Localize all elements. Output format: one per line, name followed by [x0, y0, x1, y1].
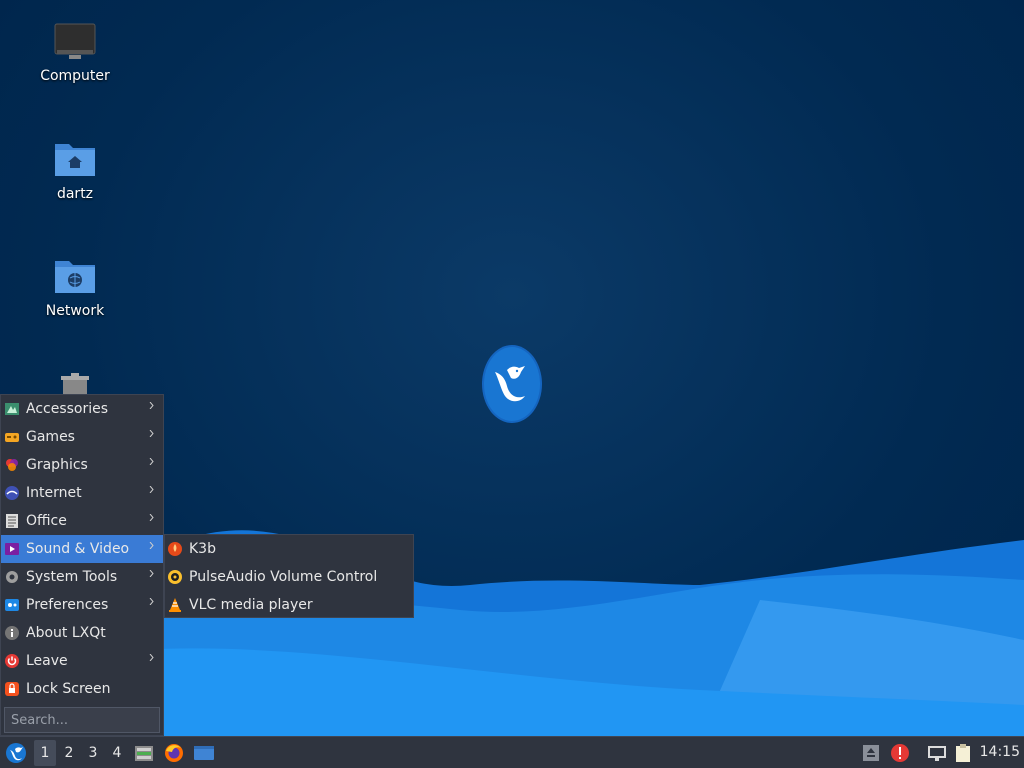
file-manager-launcher[interactable] — [133, 740, 155, 766]
menu-item-office[interactable]: Office — [1, 507, 163, 535]
taskbar: 1 2 3 4 14:15 — [0, 736, 1024, 768]
network-tray-button[interactable] — [926, 740, 948, 766]
desktop-icon-home[interactable]: dartz — [20, 138, 130, 202]
menu-item-label: Office — [26, 513, 67, 529]
chevron-right-icon — [149, 430, 154, 437]
system-tools-icon — [4, 569, 20, 585]
chevron-right-icon — [149, 486, 154, 493]
games-icon — [4, 429, 20, 445]
desktop: Computer dartz Network Accessories Games… — [0, 0, 1024, 736]
network-folder-icon — [55, 261, 95, 293]
submenu-item-vlc[interactable]: VLC media player — [165, 591, 413, 619]
workspace-label: 3 — [88, 745, 98, 761]
network-icon — [928, 746, 946, 761]
menu-item-label: Internet — [26, 485, 82, 501]
clipboard-tray-button[interactable] — [953, 740, 973, 766]
vlc-icon — [167, 597, 183, 613]
home-folder-icon — [55, 144, 95, 176]
menu-item-internet[interactable]: Internet — [1, 479, 163, 507]
menu-item-about-lxqt[interactable]: About LXQt — [1, 619, 163, 647]
chevron-right-icon — [149, 542, 154, 549]
chevron-right-icon — [149, 570, 154, 577]
lock-icon — [4, 681, 20, 697]
firefox-icon — [165, 744, 183, 762]
workspace-label: 4 — [112, 745, 122, 761]
chevron-right-icon — [149, 654, 154, 661]
menu-item-label: Lock Screen — [26, 681, 111, 697]
menu-item-label: Accessories — [26, 401, 109, 417]
lubuntu-bird-logo — [482, 345, 542, 423]
desktop-icon-computer[interactable]: Computer — [20, 22, 130, 84]
power-icon — [4, 653, 20, 669]
submenu-item-label: K3b — [189, 541, 216, 557]
chevron-right-icon — [149, 402, 154, 409]
chevron-right-icon — [149, 598, 154, 605]
workspace-1-button[interactable]: 1 — [34, 740, 56, 766]
sound-video-submenu: K3b PulseAudio Volume Control VLC media … — [164, 534, 414, 618]
menu-search-input[interactable] — [4, 707, 160, 733]
info-icon — [4, 625, 20, 641]
update-alert-icon — [891, 744, 909, 762]
submenu-item-label: VLC media player — [189, 597, 313, 613]
main-menu-button[interactable] — [4, 740, 28, 766]
clipboard-icon — [956, 744, 970, 762]
k3b-icon — [167, 541, 183, 557]
file-manager-icon — [135, 746, 153, 761]
firefox-launcher[interactable] — [163, 740, 185, 766]
desktop-icon-network[interactable]: Network — [20, 255, 130, 319]
menu-item-label: Sound & Video — [26, 541, 130, 557]
accessories-icon — [4, 401, 20, 417]
clock[interactable]: 14:15 — [980, 744, 1020, 760]
eject-tray-button[interactable] — [862, 740, 880, 766]
workspace-label: 1 — [40, 745, 50, 761]
update-alert-tray-button[interactable] — [890, 740, 910, 766]
menu-item-label: Preferences — [26, 597, 109, 613]
menu-item-label: System Tools — [26, 569, 118, 585]
menu-item-leave[interactable]: Leave — [1, 647, 163, 675]
workspace-3-button[interactable]: 3 — [82, 740, 104, 766]
menu-item-sound-video[interactable]: Sound & Video — [1, 535, 163, 563]
menu-item-system-tools[interactable]: System Tools — [1, 563, 163, 591]
show-desktop-button[interactable] — [192, 740, 216, 766]
trash-icon — [61, 373, 89, 396]
menu-item-accessories[interactable]: Accessories — [1, 395, 163, 423]
menu-item-lock-screen[interactable]: Lock Screen — [1, 675, 163, 703]
menu-item-label: Graphics — [26, 457, 88, 473]
menu-item-label: About LXQt — [26, 625, 106, 641]
preferences-icon — [4, 597, 20, 613]
workspace-2-button[interactable]: 2 — [58, 740, 80, 766]
eject-icon — [863, 745, 879, 761]
desktop-show-icon — [194, 746, 214, 760]
chevron-right-icon — [149, 458, 154, 465]
workspace-label: 2 — [64, 745, 74, 761]
sound-video-icon — [4, 541, 20, 557]
menu-item-graphics[interactable]: Graphics — [1, 451, 163, 479]
chevron-right-icon — [149, 514, 154, 521]
menu-item-games[interactable]: Games — [1, 423, 163, 451]
pulseaudio-icon — [167, 569, 183, 585]
computer-icon — [54, 23, 96, 59]
desktop-icon-label: Network — [45, 303, 105, 319]
submenu-item-pulseaudio[interactable]: PulseAudio Volume Control — [165, 563, 413, 591]
lubuntu-menu-icon — [6, 743, 26, 763]
internet-icon — [4, 485, 20, 501]
submenu-item-label: PulseAudio Volume Control — [189, 569, 378, 585]
desktop-icon-label: dartz — [56, 186, 94, 202]
application-menu: Accessories Games Graphics Internet Offi… — [0, 394, 164, 736]
menu-item-preferences[interactable]: Preferences — [1, 591, 163, 619]
workspace-4-button[interactable]: 4 — [106, 740, 128, 766]
graphics-icon — [4, 457, 20, 473]
desktop-icon-label: Computer — [40, 68, 110, 84]
office-icon — [4, 513, 20, 529]
menu-item-label: Leave — [26, 653, 68, 669]
menu-item-label: Games — [26, 429, 75, 445]
submenu-item-k3b[interactable]: K3b — [165, 535, 413, 563]
